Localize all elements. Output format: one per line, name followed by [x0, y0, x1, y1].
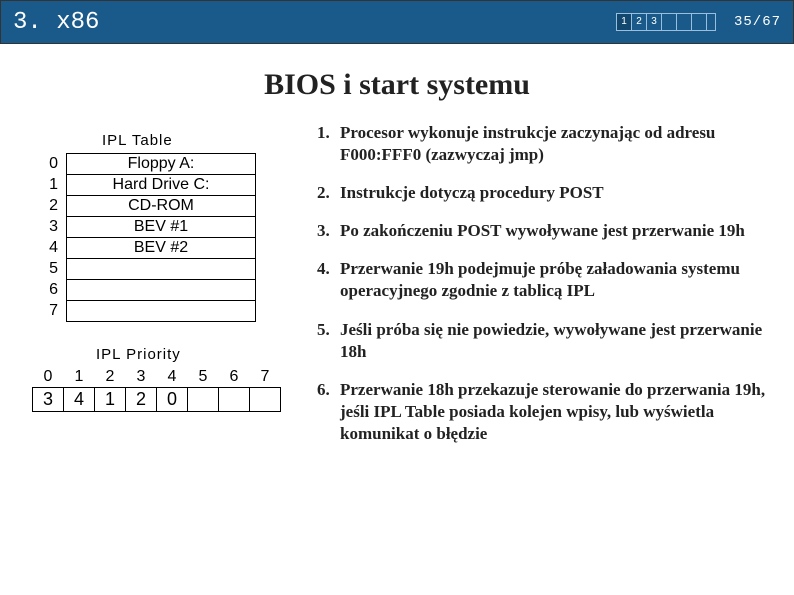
- priority-value: [250, 388, 281, 412]
- table-row: 7: [38, 301, 256, 322]
- right-column: Procesor wykonuje instrukcje zaczynając …: [300, 122, 784, 461]
- progress-cell: 3: [647, 14, 662, 30]
- priority-value: 0: [157, 388, 188, 412]
- row-value: BEV #1: [67, 217, 256, 238]
- ipl-priority-label: IPL Priority: [96, 346, 300, 363]
- row-value: Hard Drive C:: [67, 175, 256, 196]
- progress-cell: 2: [632, 14, 647, 30]
- table-row: 4BEV #2: [38, 238, 256, 259]
- row-value: [67, 301, 256, 322]
- priority-value: [188, 388, 219, 412]
- col-index: 2: [95, 367, 126, 388]
- table-row: 6: [38, 280, 256, 301]
- ipl-priority-table: 0 1 2 3 4 5 6 7 3 4 1 2 0: [32, 367, 281, 412]
- list-item: Przerwanie 18h przekazuje sterowanie do …: [334, 379, 776, 445]
- row-index: 2: [38, 196, 67, 217]
- table-row: 0 1 2 3 4 5 6 7: [33, 367, 281, 388]
- progress-cell: [677, 14, 692, 30]
- list-item: Po zakończeniu POST wywoływane jest prze…: [334, 220, 776, 242]
- table-row: 3BEV #1: [38, 217, 256, 238]
- col-index: 5: [188, 367, 219, 388]
- priority-value: 1: [95, 388, 126, 412]
- list-item: Procesor wykonuje instrukcje zaczynając …: [334, 122, 776, 166]
- progress-indicator: 1 2 3: [616, 13, 716, 31]
- col-index: 6: [219, 367, 250, 388]
- progress-cell: [692, 14, 707, 30]
- col-index: 7: [250, 367, 281, 388]
- col-index: 1: [64, 367, 95, 388]
- table-row: 2CD-ROM: [38, 196, 256, 217]
- ipl-table: 0Floppy A: 1Hard Drive C: 2CD-ROM 3BEV #…: [38, 153, 256, 322]
- page-counter: 35/67: [734, 14, 781, 30]
- row-value: [67, 280, 256, 301]
- ipl-priority-section: IPL Priority 0 1 2 3 4 5 6 7 3: [10, 346, 300, 412]
- row-value: BEV #2: [67, 238, 256, 259]
- row-value: Floppy A:: [67, 154, 256, 175]
- row-index: 1: [38, 175, 67, 196]
- priority-value: 3: [33, 388, 64, 412]
- content: IPL Table 0Floppy A: 1Hard Drive C: 2CD-…: [0, 122, 794, 461]
- row-value: [67, 259, 256, 280]
- priority-value: [219, 388, 250, 412]
- table-row: 3 4 1 2 0: [33, 388, 281, 412]
- priority-value: 2: [126, 388, 157, 412]
- ipl-table-section: IPL Table 0Floppy A: 1Hard Drive C: 2CD-…: [10, 132, 300, 322]
- steps-list: Procesor wykonuje instrukcje zaczynając …: [308, 122, 776, 445]
- slide-title: BIOS i start systemu: [0, 68, 794, 102]
- list-item: Przerwanie 19h podejmuje próbę załadowan…: [334, 258, 776, 302]
- table-row: 1Hard Drive C:: [38, 175, 256, 196]
- col-index: 0: [33, 367, 64, 388]
- table-row: 5: [38, 259, 256, 280]
- left-column: IPL Table 0Floppy A: 1Hard Drive C: 2CD-…: [10, 122, 300, 461]
- progress-cell: 1: [617, 14, 632, 30]
- list-item: Instrukcje dotyczą procedury POST: [334, 182, 776, 204]
- progress-cell: [707, 14, 716, 30]
- col-index: 3: [126, 367, 157, 388]
- header-title: 3. x86: [13, 9, 99, 36]
- row-index: 3: [38, 217, 67, 238]
- row-index: 7: [38, 301, 67, 322]
- progress-cell: [662, 14, 677, 30]
- ipl-table-label: IPL Table: [102, 132, 300, 149]
- row-index: 5: [38, 259, 67, 280]
- row-index: 4: [38, 238, 67, 259]
- row-value: CD-ROM: [67, 196, 256, 217]
- row-index: 6: [38, 280, 67, 301]
- header-right: 1 2 3 35/67: [616, 13, 781, 31]
- priority-value: 4: [64, 388, 95, 412]
- slide-header: 3. x86 1 2 3 35/67: [0, 0, 794, 44]
- table-row: 0Floppy A:: [38, 154, 256, 175]
- list-item: Jeśli próba się nie powiedzie, wywoływan…: [334, 319, 776, 363]
- row-index: 0: [38, 154, 67, 175]
- col-index: 4: [157, 367, 188, 388]
